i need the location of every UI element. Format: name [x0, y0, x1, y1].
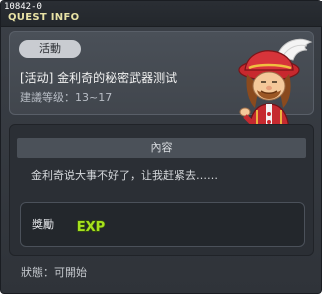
quest-summary-panel: 活動 [活动] 金利奇的秘密武器测试 建議等级：13~17: [9, 31, 314, 135]
window-title: QUEST INFO: [8, 12, 80, 23]
reward-label: 獎勵: [32, 218, 54, 231]
quest-status: 狀態：可開始: [21, 266, 87, 279]
quest-recommended-level: 建議等级：13~17: [20, 91, 113, 104]
npc-portrait-icon: [238, 38, 313, 135]
quest-name: [活动] 金利奇的秘密武器测试: [20, 71, 178, 85]
quest-info-window: 10842-0 QUEST INFO 活動 [活动] 金利奇的秘密武器测试 建議…: [0, 0, 322, 294]
window-id-label: 10842-0: [4, 2, 42, 12]
exp-icon: EXP: [76, 219, 106, 235]
quest-type-badge: 活動: [19, 40, 81, 58]
reward-panel: 獎勵 EXP: [20, 202, 305, 247]
quest-content-panel: 內容 金利奇说大事不好了，让我赶紧去…… 獎勵 EXP: [9, 124, 314, 256]
content-description: 金利奇说大事不好了，让我赶紧去……: [31, 169, 218, 182]
exp-icon-text: EXP: [77, 220, 105, 235]
window-header[interactable]: 10842-0 QUEST INFO: [1, 1, 322, 27]
content-header: 內容: [17, 138, 306, 158]
